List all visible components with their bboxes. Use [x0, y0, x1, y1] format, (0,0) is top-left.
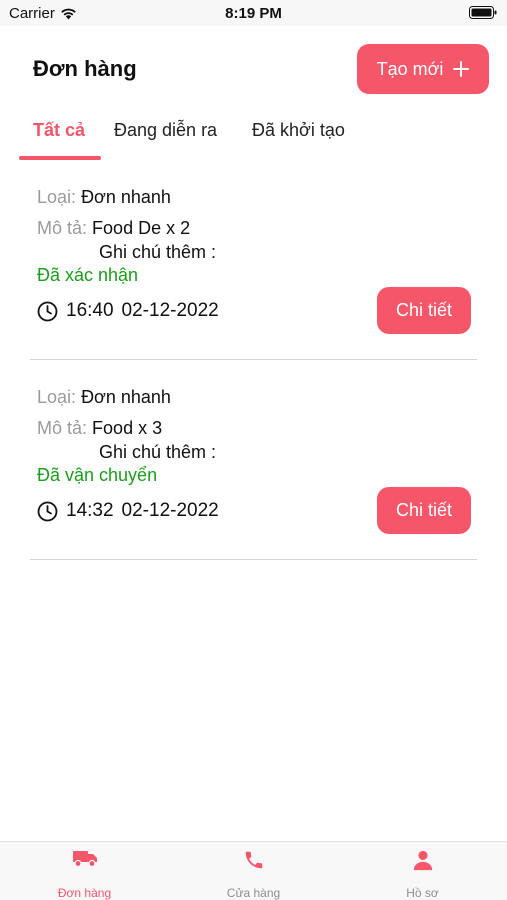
order-type-label: Loại: — [37, 387, 77, 407]
order-status: Đã xác nhận — [37, 265, 139, 285]
order-time-row: 16:40 02-12-2022 — [37, 300, 219, 322]
order-date: 02-12-2022 — [121, 500, 219, 521]
order-card: Loại: Đơn nhanh Mô tả: Food x 3 Ghi chú … — [0, 370, 507, 560]
order-type-label: Loại: — [37, 187, 77, 207]
order-time: 14:32 — [66, 500, 114, 521]
phone-icon — [169, 849, 338, 871]
order-desc-value: Food x 3 — [92, 418, 163, 438]
order-note: Ghi chú thêm : — [99, 242, 217, 262]
nav-label-store: Cửa hàng — [226, 886, 281, 900]
truck-icon — [0, 849, 169, 867]
clock-icon — [37, 301, 58, 321]
order-divider — [30, 559, 477, 560]
orders-screen: Carrier 8:19 PM Đơn hàng Tạo mới Tất cả … — [0, 0, 507, 900]
order-detail-button[interactable]: Chi tiết — [377, 287, 471, 334]
order-detail-button[interactable]: Chi tiết — [377, 487, 471, 534]
create-button-label: Tạo mới — [376, 58, 444, 79]
order-type-row: Loại: Đơn nhanh — [37, 387, 171, 408]
order-status: Đã vận chuyển — [37, 465, 158, 485]
tab-in-progress[interactable]: Đang diễn ra — [114, 120, 217, 141]
order-type-row: Loại: Đơn nhanh — [37, 187, 171, 208]
tab-active-indicator — [19, 156, 101, 160]
nav-label-profile: Hồ sơ — [406, 886, 439, 900]
nav-item-profile[interactable]: Hồ sơ — [338, 842, 507, 900]
order-type-value: Đơn nhanh — [81, 387, 171, 407]
order-date: 02-12-2022 — [121, 300, 219, 321]
create-order-button[interactable]: Tạo mới — [357, 44, 489, 94]
nav-item-store[interactable]: Cửa hàng — [169, 842, 338, 900]
order-desc-row: Mô tả: Food De x 2 — [37, 218, 190, 239]
order-desc-label: Mô tả: — [37, 418, 88, 438]
tab-all[interactable]: Tất cả — [33, 120, 85, 141]
clock: 8:19 PM — [225, 5, 282, 22]
order-divider — [30, 359, 477, 360]
order-time-row: 14:32 02-12-2022 — [37, 500, 219, 522]
page-title: Đơn hàng — [33, 56, 137, 81]
order-card: Loại: Đơn nhanh Mô tả: Food De x 2 Ghi c… — [0, 170, 507, 360]
order-time: 16:40 — [66, 300, 114, 321]
nav-item-orders[interactable]: Đơn hàng — [0, 842, 169, 900]
clock-icon — [37, 501, 58, 521]
person-icon — [338, 849, 507, 871]
order-desc-value: Food De x 2 — [92, 218, 191, 238]
status-bar: Carrier 8:19 PM — [0, 0, 507, 26]
tab-created[interactable]: Đã khởi tạo — [252, 120, 345, 141]
order-note: Ghi chú thêm : — [99, 442, 217, 462]
order-type-value: Đơn nhanh — [81, 187, 171, 207]
order-desc-label: Mô tả: — [37, 218, 88, 238]
nav-label-orders: Đơn hàng — [57, 886, 112, 900]
bottom-nav: Đơn hàng Cửa hàng Hồ sơ — [0, 841, 507, 900]
battery-icon — [469, 6, 497, 24]
plus-icon — [453, 61, 470, 77]
order-desc-row: Mô tả: Food x 3 — [37, 418, 162, 439]
